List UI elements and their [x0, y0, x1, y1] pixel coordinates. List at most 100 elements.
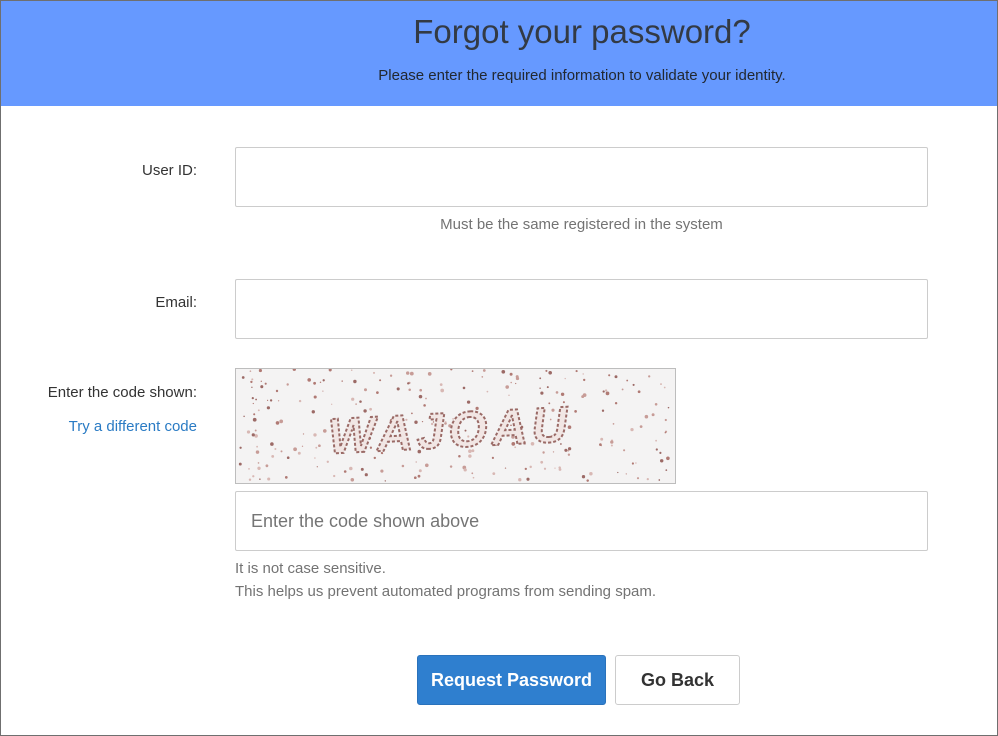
captcha-noise-dot	[632, 383, 635, 386]
captcha-noise-dot	[581, 475, 586, 479]
captcha-noise-dot	[575, 370, 578, 373]
captcha-help-text: It is not case sensitive. This helps us …	[235, 557, 656, 603]
captcha-noise-dot	[545, 369, 548, 372]
captcha-noise-graphic: WAJOAU	[238, 367, 670, 482]
captcha-noise-dot	[396, 387, 400, 391]
captcha-noise-dot	[331, 403, 333, 405]
captcha-noise-dot	[286, 456, 290, 460]
captcha-noise-dot	[631, 462, 634, 465]
captcha-noise-dot	[277, 400, 280, 402]
captcha-noise-dot	[543, 467, 547, 470]
captcha-noise-dot	[589, 471, 593, 476]
captcha-noise-dot	[252, 475, 255, 478]
captcha-noise-dot	[614, 401, 618, 405]
page-header: Forgot your password? Please enter the r…	[1, 1, 997, 106]
captcha-help-line-2: This helps us prevent automated programs…	[235, 583, 657, 600]
captcha-noise-dot	[651, 413, 655, 417]
go-back-button[interactable]: Go Back	[615, 655, 740, 705]
captcha-noise-dot	[413, 476, 417, 480]
captcha-noise-dot	[539, 387, 541, 389]
captcha-noise-dot	[322, 390, 324, 392]
captcha-noise-dot	[508, 394, 510, 397]
captcha-noise-dot	[255, 450, 260, 454]
captcha-noise-dot	[425, 397, 427, 400]
captcha-noise-dot	[314, 457, 316, 459]
captcha-noise-dot	[316, 466, 318, 468]
captcha-noise-dot	[238, 462, 242, 466]
captcha-noise-dot	[243, 415, 245, 418]
captcha-noise-dot	[608, 374, 611, 377]
captcha-noise-dot	[417, 474, 421, 478]
page-subtitle: Please enter the required information to…	[378, 67, 786, 84]
captcha-noise-dot	[379, 379, 382, 382]
request-password-button[interactable]: Request Password	[417, 655, 606, 705]
captcha-noise-dot	[663, 386, 666, 389]
captcha-noise-dot	[486, 390, 489, 393]
captcha-noise-dot	[274, 448, 277, 450]
captcha-noise-dot	[440, 388, 445, 393]
captcha-noise-dot	[626, 379, 629, 382]
captcha-noise-dot	[648, 375, 651, 378]
captcha-noise-dot	[621, 388, 624, 391]
captcha-noise-dot	[248, 468, 250, 470]
user-id-input[interactable]	[235, 147, 928, 207]
captcha-noise-dot	[256, 445, 258, 448]
captcha-noise-dot	[251, 386, 253, 389]
captcha-noise-dot	[567, 453, 571, 456]
captcha-noise-dot	[280, 450, 283, 453]
captcha-noise-dot	[646, 477, 649, 481]
captcha-noise-dot	[315, 446, 318, 449]
captcha-noise-dot	[251, 433, 255, 437]
captcha-noise-dot	[582, 373, 584, 375]
captcha-noise-dot	[612, 423, 615, 425]
captcha-noise-dot	[540, 391, 544, 395]
captcha-noise-dot	[600, 437, 604, 441]
captcha-noise-dot	[260, 385, 264, 389]
captcha-noise-dot	[574, 410, 577, 413]
captcha-noise-dot	[254, 429, 257, 432]
captcha-noise-dot	[264, 382, 267, 385]
captcha-noise-dot	[318, 444, 321, 448]
captcha-noise-dot	[655, 448, 658, 451]
captcha-noise-dot	[501, 369, 506, 374]
captcha-noise-dot	[644, 414, 649, 419]
captcha-noise-dot	[472, 476, 475, 479]
captcha-noise-dot	[286, 383, 289, 386]
captcha-noise-dot	[257, 462, 260, 464]
captcha-noise-dot	[614, 375, 618, 379]
captcha-noise-dot	[659, 451, 662, 454]
captcha-noise-dot	[564, 377, 566, 380]
captcha-noise-dot	[664, 418, 667, 422]
captcha-noise-dot	[380, 469, 384, 473]
captcha-noise-dot	[349, 466, 353, 471]
captcha-noise-dot	[424, 463, 429, 468]
captcha-noise-dot	[617, 471, 619, 474]
captcha-noise-dot	[659, 459, 664, 463]
captcha-noise-dot	[586, 479, 589, 482]
captcha-noise-dot	[655, 439, 657, 442]
captcha-noise-dot	[253, 413, 256, 416]
captcha-noise-dot	[328, 368, 332, 372]
try-different-code-link[interactable]: Try a different code	[69, 418, 197, 435]
captcha-noise-dot	[266, 406, 271, 410]
captcha-noise-dot	[343, 470, 347, 473]
captcha-noise-dot	[660, 383, 662, 386]
captcha-noise-dot	[293, 447, 297, 452]
captcha-noise-dot	[427, 372, 432, 376]
captcha-noise-dot	[558, 468, 562, 471]
captcha-noise-dot	[548, 371, 552, 375]
captcha-noise-dot	[639, 425, 643, 428]
captcha-noise-dot	[258, 368, 262, 373]
captcha-noise-dot	[251, 378, 254, 381]
captcha-noise-dot	[248, 478, 252, 481]
captcha-noise-dot	[439, 383, 443, 386]
captcha-input[interactable]	[235, 491, 928, 551]
captcha-noise-dot	[313, 381, 317, 385]
captcha-noise-dot	[492, 472, 496, 476]
captcha-noise-dot	[359, 400, 362, 403]
captcha-noise-dot	[599, 443, 602, 446]
captcha-noise-dot	[635, 462, 637, 464]
email-input[interactable]	[235, 279, 928, 339]
captcha-noise-dot	[540, 460, 544, 464]
captcha-noise-dot	[636, 477, 640, 480]
